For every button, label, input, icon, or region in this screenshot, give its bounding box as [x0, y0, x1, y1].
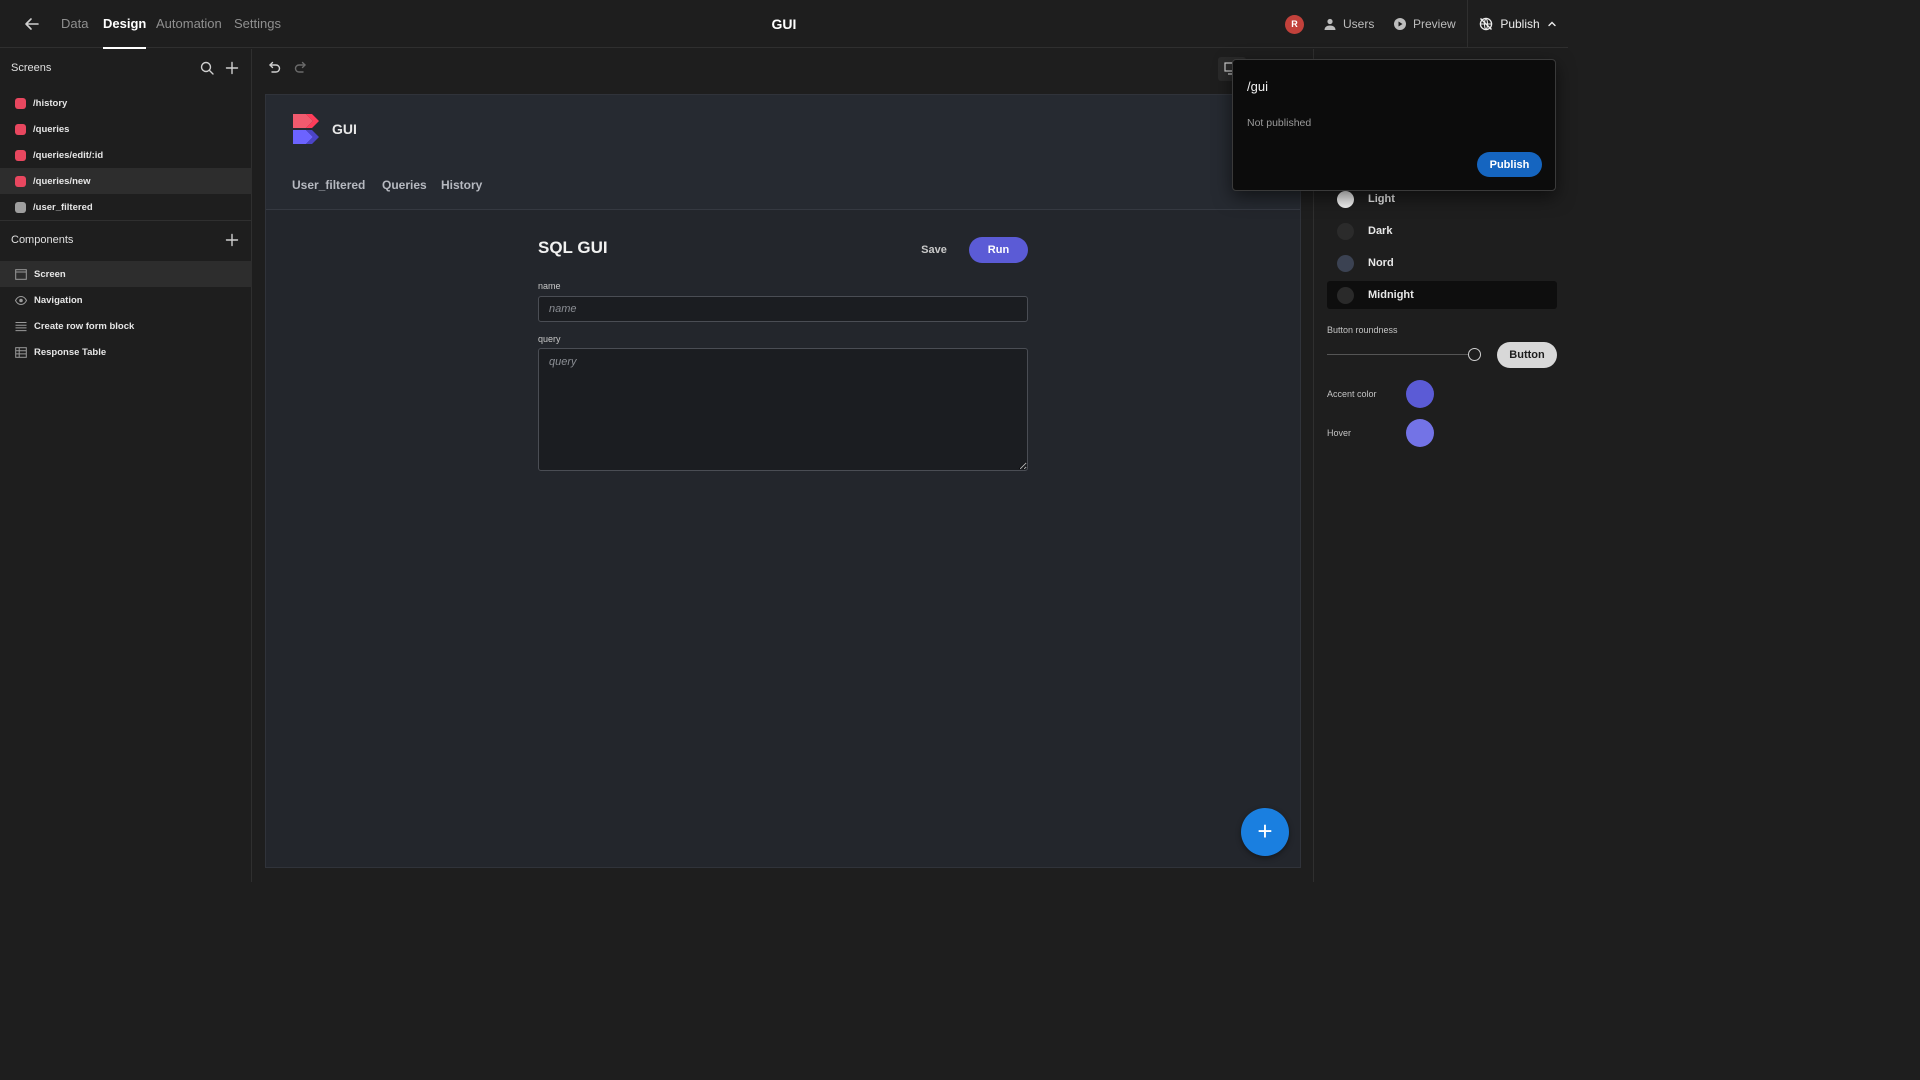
component-item-navigation[interactable]: Navigation — [0, 287, 252, 313]
roundness-slider-track[interactable] — [1327, 354, 1475, 355]
accent-color-picker[interactable] — [1406, 380, 1434, 408]
screen-item-label: /queries/new — [33, 175, 91, 187]
add-component-fab[interactable]: + — [1241, 808, 1289, 856]
publish-button[interactable]: Publish — [1477, 152, 1542, 177]
play-circle-icon — [1393, 17, 1407, 31]
tab-design[interactable]: Design — [103, 0, 147, 49]
theme-label: Nord — [1368, 257, 1394, 269]
tab-automation[interactable]: Automation — [156, 0, 222, 48]
theme-label: Light — [1368, 193, 1395, 205]
roundness-slider-handle[interactable] — [1468, 348, 1481, 361]
left-sidebar: Screens /history /queries /queries/edit/… — [0, 49, 252, 882]
name-field-label: name — [538, 281, 561, 291]
save-button[interactable]: Save — [914, 239, 954, 261]
preview-nav-queries[interactable]: Queries — [382, 178, 427, 192]
users-icon — [1323, 17, 1337, 31]
screen-icon — [15, 268, 34, 280]
hover-color-picker[interactable] — [1406, 419, 1434, 447]
button-roundness-label: Button roundness — [1327, 325, 1398, 335]
app-logo-icon — [292, 113, 324, 145]
screen-item-queries[interactable]: /queries — [0, 116, 252, 142]
add-component-icon[interactable] — [224, 232, 240, 248]
components-header: Components — [0, 221, 252, 259]
button-roundness-preview: Button — [1497, 342, 1557, 368]
form-title: SQL GUI — [538, 238, 608, 257]
screen-color-swatch — [15, 201, 26, 213]
users-button[interactable]: Users — [1323, 0, 1374, 48]
run-button[interactable]: Run — [969, 237, 1028, 263]
screen-color-swatch — [15, 149, 26, 161]
redo-icon[interactable] — [293, 60, 309, 76]
query-field-label: query — [538, 334, 561, 344]
form-icon — [15, 321, 34, 332]
preview-header: GUI User_filtered Queries History — [266, 95, 1300, 210]
screen-item-label: /user_filtered — [33, 201, 93, 213]
theme-option-midnight[interactable]: Midnight — [1327, 281, 1557, 309]
component-item-label: Screen — [34, 268, 66, 280]
query-textarea[interactable] — [538, 348, 1028, 471]
theme-swatch — [1337, 286, 1354, 304]
component-item-response-table[interactable]: Response Table — [0, 339, 252, 365]
publish-url: /gui — [1247, 79, 1268, 94]
publish-dropdown-button[interactable]: Publish — [1467, 0, 1568, 48]
screen-item-queries-edit[interactable]: /queries/edit/:id — [0, 142, 252, 168]
table-icon — [15, 346, 34, 358]
component-item-label: Create row form block — [34, 320, 135, 332]
preview-nav-user-filtered[interactable]: User_filtered — [292, 178, 365, 192]
preview-button[interactable]: Preview — [1393, 0, 1456, 48]
screen-item-label: /queries/edit/:id — [33, 149, 104, 161]
app-title: GUI — [771, 16, 797, 32]
globe-off-icon — [1479, 17, 1493, 31]
theme-option-nord[interactable]: Nord — [1327, 249, 1557, 277]
search-icon[interactable] — [199, 60, 215, 76]
undo-icon[interactable] — [266, 60, 282, 76]
components-title: Components — [11, 234, 74, 246]
component-item-screen[interactable]: Screen — [0, 261, 252, 287]
theme-label: Midnight — [1368, 289, 1414, 301]
chevron-up-icon — [1547, 19, 1557, 29]
accent-color-label: Accent color — [1327, 389, 1377, 399]
publish-status: Not published — [1247, 117, 1312, 129]
tab-settings[interactable]: Settings — [234, 0, 281, 48]
screen-color-swatch — [15, 123, 26, 135]
preview-nav-history[interactable]: History — [441, 178, 482, 192]
theme-label: Dark — [1368, 225, 1393, 237]
screens-title: Screens — [11, 62, 52, 74]
name-input[interactable] — [538, 296, 1028, 322]
screen-item-queries-new[interactable]: /queries/new — [0, 168, 252, 194]
eye-icon — [15, 295, 34, 306]
hover-color-label: Hover — [1327, 428, 1352, 438]
add-screen-icon[interactable] — [224, 60, 240, 76]
theme-swatch — [1337, 222, 1354, 240]
top-bar: Data Design Automation Settings GUI R Us… — [0, 0, 1568, 49]
theme-swatch — [1337, 190, 1354, 208]
app-preview-canvas: GUI User_filtered Queries History SQL GU… — [265, 94, 1301, 868]
theme-swatch — [1337, 254, 1354, 272]
tab-data[interactable]: Data — [61, 0, 88, 48]
avatar[interactable]: R — [1285, 15, 1304, 34]
screen-item-label: /history — [33, 97, 68, 109]
component-item-label: Navigation — [34, 294, 83, 306]
screen-color-swatch — [15, 97, 26, 109]
screen-color-swatch — [15, 175, 26, 187]
publish-popover: /gui Not published Publish — [1232, 59, 1556, 191]
back-arrow-icon[interactable] — [22, 14, 42, 34]
preview-app-name: GUI — [332, 121, 357, 137]
publish-label: Publish — [1500, 17, 1540, 31]
screen-item-history[interactable]: /history — [0, 90, 252, 116]
screen-item-user-filtered[interactable]: /user_filtered — [0, 194, 252, 220]
component-item-label: Response Table — [34, 346, 107, 358]
users-label: Users — [1343, 17, 1375, 31]
screen-item-label: /queries — [33, 123, 70, 135]
preview-label: Preview — [1413, 17, 1456, 31]
theme-option-dark[interactable]: Dark — [1327, 217, 1557, 245]
component-item-form-block[interactable]: Create row form block — [0, 313, 252, 339]
